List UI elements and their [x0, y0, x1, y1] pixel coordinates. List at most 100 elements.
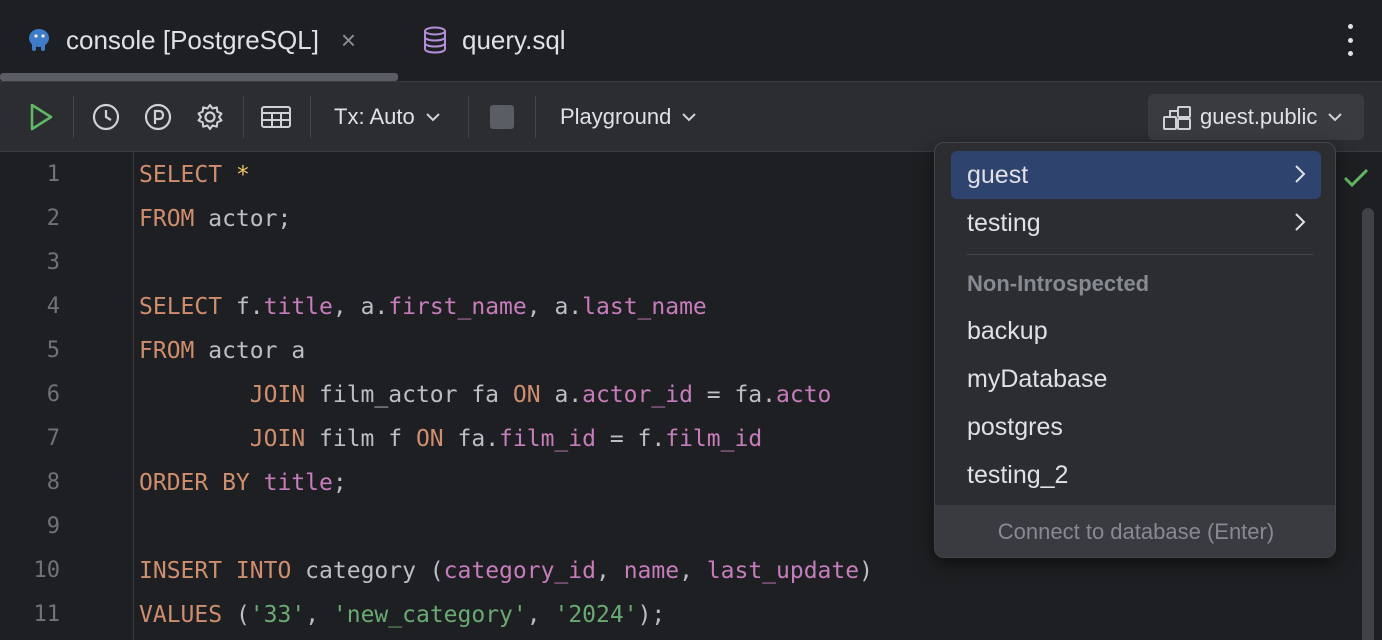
code-token: title: [264, 470, 333, 496]
code-token: last_update: [707, 558, 859, 584]
database-label: guest: [967, 161, 1028, 190]
chevron-down-icon: [681, 112, 697, 122]
stop-button[interactable]: [488, 82, 516, 152]
explain-plan-button[interactable]: [140, 82, 176, 152]
database-label: myDatabase: [967, 365, 1107, 394]
code-token: film f: [305, 426, 416, 452]
chevron-down-icon: [1327, 112, 1343, 122]
database-icon: [420, 25, 450, 55]
line-number: 4: [0, 294, 60, 319]
code-token: actor;: [194, 206, 291, 232]
database-item-backup[interactable]: backup: [951, 307, 1321, 355]
settings-button[interactable]: [192, 82, 228, 152]
code-token: ORDER BY: [139, 470, 250, 496]
line-number: 8: [0, 470, 60, 495]
tx-mode-label: Tx: Auto: [334, 104, 415, 130]
database-item-postgres[interactable]: postgres: [951, 403, 1321, 451]
active-tab-indicator: [0, 73, 398, 81]
database-label: testing: [967, 209, 1041, 238]
clock-icon: [91, 102, 121, 132]
p-icon: [143, 102, 173, 132]
code-token: f.: [222, 294, 264, 320]
code-token: actor_id: [582, 382, 693, 408]
stop-icon: [489, 104, 515, 130]
line-number: 3: [0, 250, 60, 275]
code-token: ,: [596, 558, 624, 584]
table-icon: [260, 103, 292, 131]
run-icon: [28, 102, 54, 132]
code-token: actor a: [194, 338, 305, 364]
code-token: 'new_category': [333, 602, 527, 628]
execute-button[interactable]: [22, 82, 60, 152]
code-token: ,: [305, 602, 333, 628]
code-token: SELECT: [139, 294, 222, 320]
code-token: ,: [527, 602, 555, 628]
code-line[interactable]: INSERT INTO category (category_id, name,…: [139, 558, 873, 584]
code-token: category_id: [444, 558, 596, 584]
popup-footer-hint: Connect to database (Enter): [935, 505, 1336, 558]
line-number: 5: [0, 338, 60, 363]
transaction-mode-dropdown[interactable]: Tx: Auto: [334, 82, 441, 152]
code-line[interactable]: SELECT f.title, a.first_name, a.last_nam…: [139, 294, 707, 320]
schema-switcher-button[interactable]: guest.public: [1148, 94, 1364, 140]
popup-divider: [967, 254, 1313, 255]
history-button[interactable]: [88, 82, 124, 152]
code-line[interactable]: FROM actor;: [139, 206, 291, 232]
code-token: ): [859, 558, 873, 584]
code-token: category (: [291, 558, 443, 584]
code-token: a.: [541, 382, 583, 408]
database-item-testing-2[interactable]: testing_2: [951, 451, 1321, 499]
section-header: Non-Introspected: [967, 271, 1149, 297]
database-item-testing[interactable]: testing: [951, 199, 1321, 247]
code-token: *: [236, 162, 250, 188]
database-item-guest[interactable]: guest: [951, 151, 1321, 199]
line-number: 10: [0, 558, 60, 583]
code-token: first_name: [388, 294, 526, 320]
code-token: name: [624, 558, 679, 584]
code-token: VALUES: [139, 602, 222, 628]
chevron-down-icon: [425, 112, 441, 122]
code-token: '33': [250, 602, 305, 628]
code-token: film_id: [499, 426, 596, 452]
code-line[interactable]: VALUES ('33', 'new_category', '2024');: [139, 602, 665, 628]
code-token: = f.: [596, 426, 665, 452]
database-label: backup: [967, 317, 1048, 346]
playground-mode-dropdown[interactable]: Playground: [560, 82, 697, 152]
editor-tab-bar: console [PostgreSQL] × query.sql: [0, 0, 1382, 82]
code-token: JOIN: [250, 382, 305, 408]
close-icon[interactable]: ×: [341, 25, 356, 56]
toolbar-separator: [243, 96, 244, 138]
code-token: last_name: [582, 294, 707, 320]
code-token: , a.: [333, 294, 388, 320]
code-token: [139, 426, 250, 452]
code-token: '2024': [554, 602, 637, 628]
schema-popup: guest testing Non-Introspected backup my…: [934, 142, 1336, 558]
gear-icon: [195, 102, 225, 132]
database-item-mydatabase[interactable]: myDatabase: [951, 355, 1321, 403]
code-token: film_id: [665, 426, 762, 452]
mode-label: Playground: [560, 104, 671, 130]
vertical-scrollbar[interactable]: [1362, 208, 1374, 640]
code-token: title: [264, 294, 333, 320]
line-number: 2: [0, 206, 60, 231]
toolbar-separator: [468, 96, 469, 138]
code-line[interactable]: JOIN film f ON fa.film_id = f.film_id: [139, 426, 762, 452]
code-line[interactable]: FROM actor a: [139, 338, 305, 364]
line-number: 7: [0, 426, 60, 451]
more-options-icon[interactable]: [1342, 24, 1358, 56]
code-token: [139, 382, 250, 408]
database-label: postgres: [967, 413, 1063, 442]
code-line[interactable]: ORDER BY title;: [139, 470, 347, 496]
result-view-button[interactable]: [258, 82, 294, 152]
tab-label: query.sql: [462, 25, 566, 56]
code-token: INSERT INTO: [139, 558, 291, 584]
tab-query-sql[interactable]: query.sql: [420, 0, 566, 80]
code-line[interactable]: JOIN film_actor fa ON a.actor_id = fa.ac…: [139, 382, 831, 408]
code-token: = fa.: [693, 382, 776, 408]
tab-console-postgresql[interactable]: console [PostgreSQL] ×: [24, 0, 356, 80]
code-token: ON: [416, 426, 444, 452]
code-line[interactable]: SELECT *: [139, 162, 250, 188]
code-token: FROM: [139, 206, 194, 232]
code-token: [250, 470, 264, 496]
code-token: acto: [776, 382, 831, 408]
